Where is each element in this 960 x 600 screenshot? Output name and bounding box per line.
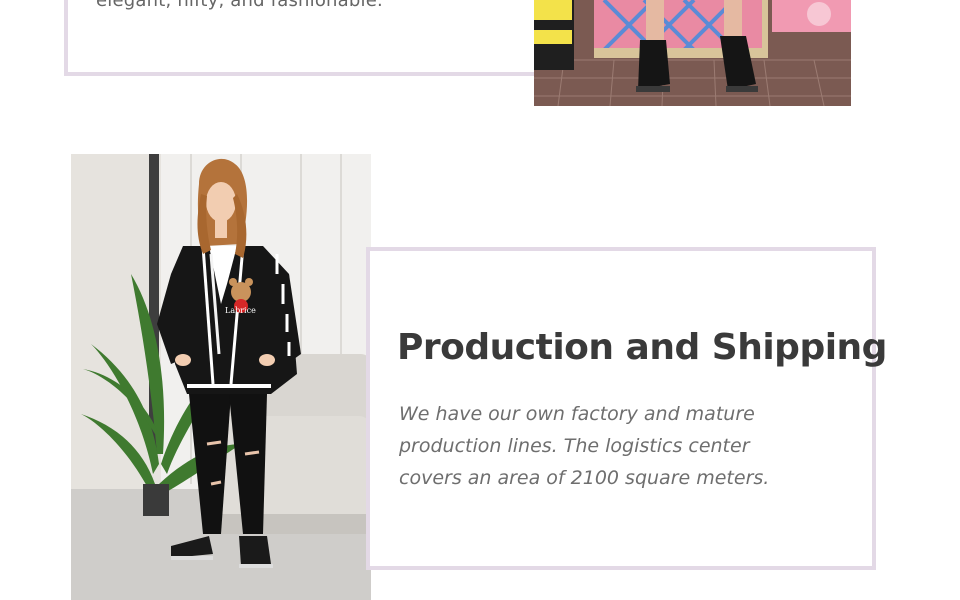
description-line: covers an area of 2100 square meters. <box>399 467 770 489</box>
model-cardigan-photo: Labrice <box>71 154 371 600</box>
section-description: We have our own factory and mature produ… <box>399 398 799 494</box>
feature-text-top: elegant, nifty, and fashionable. <box>96 0 383 11</box>
feature-card-top <box>64 0 554 76</box>
description-line: We have our own factory and mature <box>399 403 755 425</box>
product-detail-page: elegant, nifty, and fashionable. Labrice… <box>0 0 960 600</box>
model-shoes-photo <box>534 0 851 106</box>
description-line: production lines. The logistics center <box>399 435 750 457</box>
section-title: Production and Shipping <box>397 327 887 368</box>
product-logo-label: Labrice <box>225 306 256 315</box>
